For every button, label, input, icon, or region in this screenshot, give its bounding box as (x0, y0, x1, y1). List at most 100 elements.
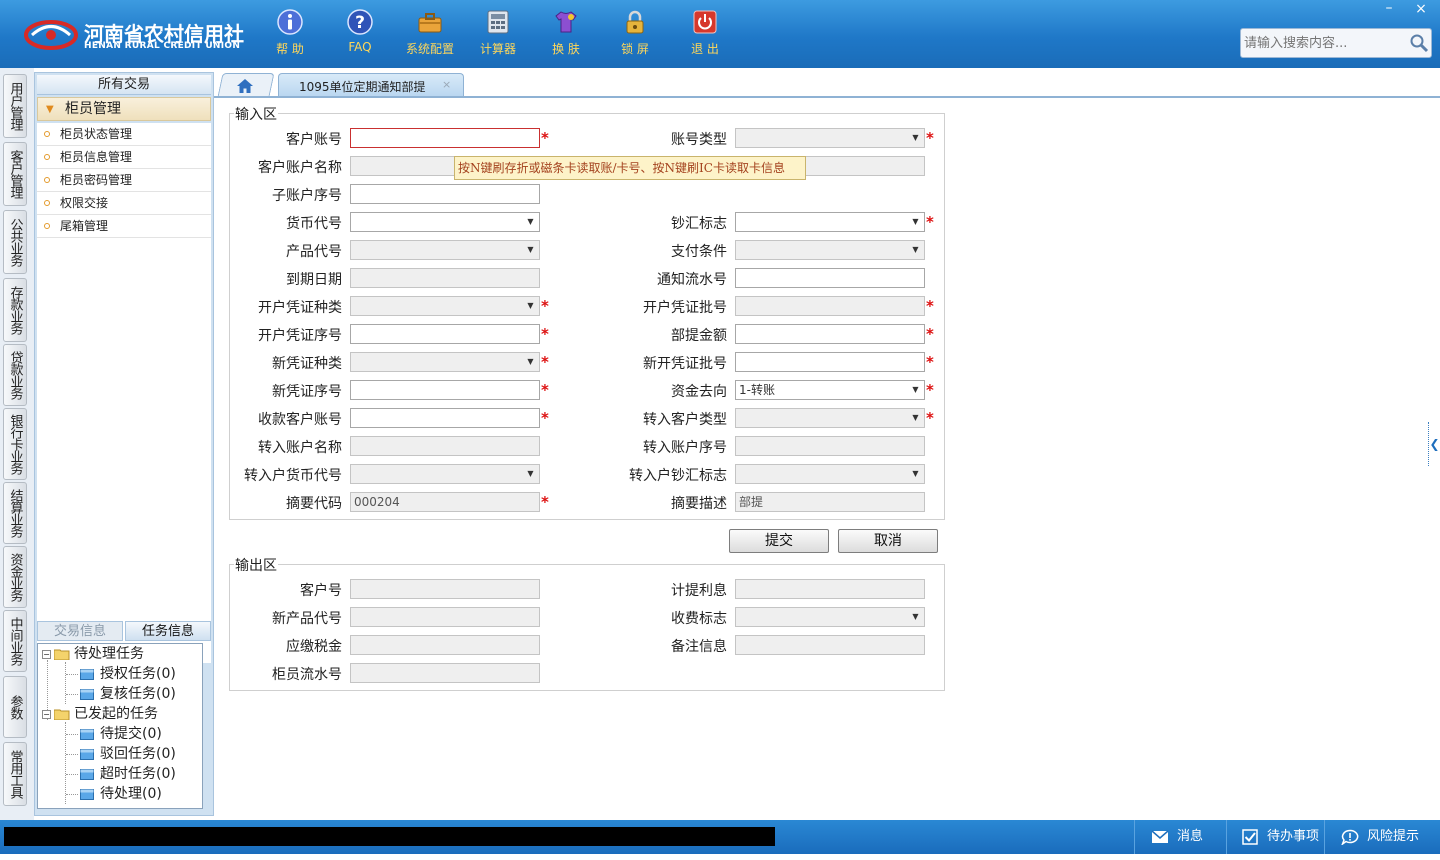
cust-no-output[interactable] (350, 579, 540, 599)
vtab-user-management[interactable]: 用户管理 (3, 74, 27, 138)
tax-output[interactable] (350, 635, 540, 655)
menu-item-teller-status[interactable]: 柜员状态管理 (37, 123, 211, 146)
product-code-select[interactable]: ▼ (350, 240, 540, 260)
input-section-legend: 输入区 (234, 104, 278, 124)
new-voucher-seq-label: 新凭证序号 (272, 384, 342, 400)
todo-button[interactable]: 待办事项 (1226, 820, 1324, 854)
summary-desc-input[interactable]: 部提 (735, 492, 925, 512)
in-cash-flag-select[interactable]: ▼ (735, 464, 925, 484)
skin-button[interactable]: 换 肤 (536, 8, 596, 64)
new-voucher-type-select[interactable]: ▼ (350, 352, 540, 372)
vtab-intermediate-business[interactable]: 中间业务 (3, 610, 27, 672)
tab-1095-partial-withdraw[interactable]: 1095单位定期通知部提 × (278, 73, 464, 97)
window-minimize-button[interactable]: – (1376, 0, 1402, 18)
cust-account-label: 客户账号 (286, 132, 342, 148)
in-currency-select[interactable]: ▼ (350, 464, 540, 484)
tree-node-to-submit[interactable]: 待提交(0) (80, 724, 162, 744)
lock-screen-button[interactable]: 锁 屏 (605, 8, 665, 64)
vtab-parameters[interactable]: 参数 (3, 676, 27, 738)
payee-account-input[interactable] (350, 408, 540, 428)
new-voucher-batch-input[interactable] (735, 352, 925, 372)
cash-flag-select[interactable]: ▼ (735, 212, 925, 232)
menu-item-tail-box[interactable]: 尾箱管理 (37, 215, 211, 238)
search-icon[interactable] (1409, 33, 1429, 53)
messages-button[interactable]: 消息 (1134, 820, 1226, 854)
calculator-button[interactable]: 计算器 (468, 8, 528, 64)
product-code-label: 产品代号 (286, 244, 342, 260)
exit-button[interactable]: 退 出 (675, 8, 735, 64)
dropdown-arrow-icon: ▼ (527, 245, 534, 254)
dropdown-arrow-icon: ▼ (912, 217, 919, 226)
open-voucher-type-select[interactable]: ▼ (350, 296, 540, 316)
menu-item-permission-handover[interactable]: 权限交接 (37, 192, 211, 215)
notice-serial-input[interactable] (735, 268, 925, 288)
in-account-seq-input[interactable] (735, 436, 925, 456)
window-close-button[interactable]: × (1408, 0, 1434, 18)
help-button[interactable]: 帮 助 (260, 8, 320, 64)
in-account-seq-label: 转入账户序号 (643, 440, 727, 456)
tree-node-rejected[interactable]: 驳回任务(0) (80, 744, 176, 764)
interest-output[interactable] (735, 579, 925, 599)
tab-task-info[interactable]: 任务信息 (125, 621, 211, 641)
vtab-bank-card-business[interactable]: 银行卡业务 (3, 408, 27, 480)
tree-node-review-tasks[interactable]: 复核任务(0) (80, 684, 176, 704)
required-mark: * (926, 297, 934, 315)
vtab-loan-business[interactable]: 贷款业务 (3, 344, 27, 406)
remark-output[interactable] (735, 635, 925, 655)
in-account-name-input[interactable] (350, 436, 540, 456)
payment-cond-select[interactable]: ▼ (735, 240, 925, 260)
maturity-date-input[interactable] (350, 268, 540, 288)
vtab-settlement-business[interactable]: 结算业务 (3, 482, 27, 544)
tab-transaction-info[interactable]: 交易信息 (37, 621, 123, 641)
menu-item-teller-password[interactable]: 柜员密码管理 (37, 169, 211, 192)
new-product-label: 新产品代号 (272, 611, 342, 627)
collapse-icon[interactable]: − (42, 649, 51, 659)
in-cust-type-select[interactable]: ▼ (735, 408, 925, 428)
summary-code-input[interactable]: 000204 (350, 492, 540, 512)
teller-serial-output[interactable] (350, 663, 540, 683)
collapse-icon[interactable]: − (42, 709, 51, 719)
partial-amount-input[interactable] (735, 324, 925, 344)
required-mark: * (926, 325, 934, 343)
fee-flag-select[interactable]: ▼ (735, 607, 925, 627)
dropdown-arrow-icon: ▼ (527, 217, 534, 226)
tree-node-pending-tasks[interactable]: − 待处理任务 (42, 644, 144, 664)
tree-node-to-process[interactable]: 待处理(0) (80, 784, 162, 804)
submit-button[interactable]: 提交 (729, 529, 829, 553)
cancel-button[interactable]: 取消 (838, 529, 938, 553)
open-voucher-batch-input[interactable] (735, 296, 925, 316)
menu-item-teller-info[interactable]: 柜员信息管理 (37, 146, 211, 169)
vtab-public-business[interactable]: 公共业务 (3, 210, 27, 274)
system-config-button[interactable]: 系统配置 (400, 8, 460, 64)
tree-node-timeout[interactable]: 超时任务(0) (80, 764, 176, 784)
risk-alert-button[interactable]: 风险提示 (1324, 820, 1440, 854)
currency-select[interactable]: ▼ (350, 212, 540, 232)
vtab-customer-management[interactable]: 客户管理 (3, 142, 27, 206)
tree-node-started-tasks[interactable]: − 已发起的任务 (42, 704, 158, 724)
collapse-panel-handle[interactable]: ❮ (1428, 422, 1440, 466)
vtab-fund-business[interactable]: 资金业务 (3, 546, 27, 608)
vtab-deposit-business[interactable]: 存款业务 (3, 278, 27, 342)
faq-button[interactable]: ? FAQ (330, 8, 390, 64)
open-voucher-seq-input[interactable] (350, 324, 540, 344)
fee-flag-label: 收费标志 (671, 611, 727, 627)
tree-node-auth-tasks[interactable]: 授权任务(0) (80, 664, 176, 684)
sub-account-seq-input[interactable] (350, 184, 540, 204)
required-mark: * (541, 297, 549, 315)
lock-icon (626, 10, 644, 34)
lock-screen-label: 锁 屏 (621, 42, 649, 56)
fund-direction-select[interactable]: 1-转账 ▼ (735, 380, 925, 400)
new-voucher-type-label: 新凭证种类 (272, 356, 342, 372)
cust-account-input[interactable] (350, 128, 540, 148)
new-voucher-seq-input[interactable] (350, 380, 540, 400)
chevron-left-icon: ❮ (1429, 437, 1440, 451)
tax-label: 应缴税金 (286, 639, 342, 655)
caret-down-icon: ▼ (46, 104, 54, 115)
account-type-select[interactable]: ▼ (735, 128, 925, 148)
search-input[interactable] (1244, 33, 1404, 53)
close-icon[interactable]: × (442, 78, 451, 91)
vtab-common-tools[interactable]: 常用工具 (3, 742, 27, 806)
menu-group-teller-management[interactable]: ▼ 柜员管理 (37, 97, 211, 121)
new-product-output[interactable] (350, 607, 540, 627)
home-icon[interactable] (236, 78, 254, 94)
